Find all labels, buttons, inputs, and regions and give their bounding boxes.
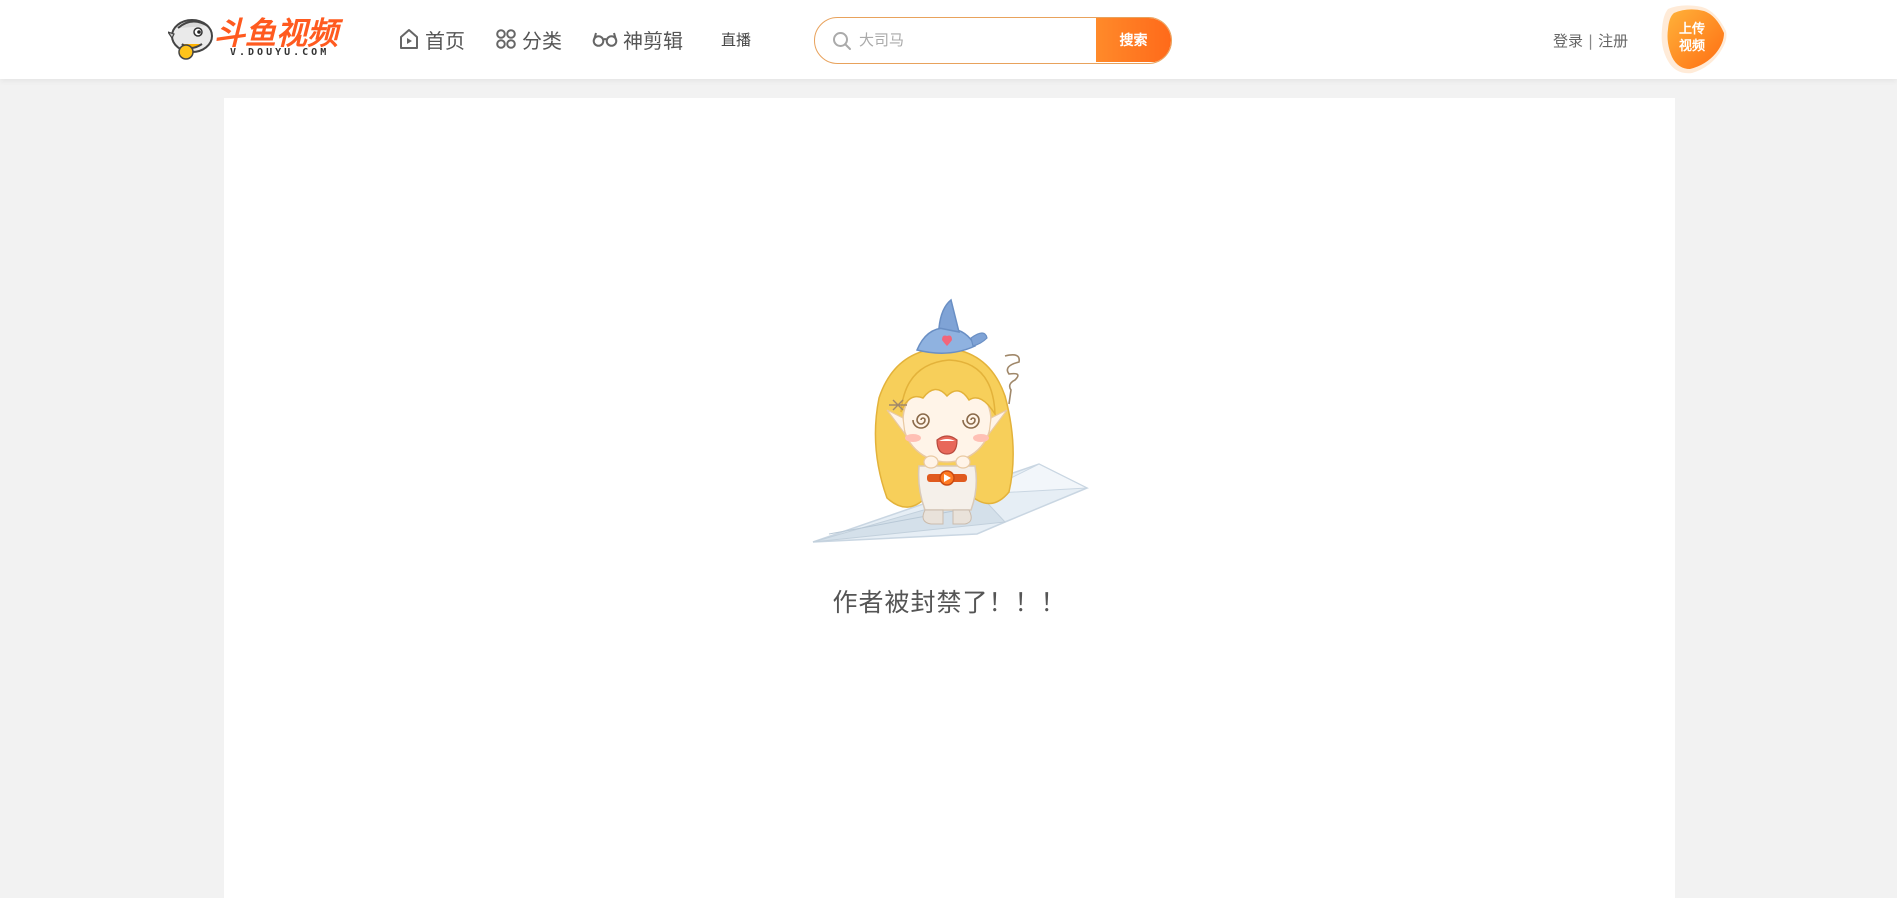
auth-separator: |	[1588, 32, 1594, 50]
category-icon	[496, 29, 516, 49]
nav-item-home[interactable]: 首页	[398, 25, 465, 54]
register-link[interactable]: 注册	[1598, 32, 1628, 50]
nav-item-live-label: 直播	[721, 30, 752, 49]
login-link[interactable]: 登录	[1553, 32, 1583, 50]
search-bar: 搜索	[814, 17, 1172, 64]
glasses-icon	[592, 32, 618, 47]
logo-subtitle: V.DOUYU.COM	[230, 47, 330, 58]
nav-item-live[interactable]: 直播	[721, 29, 751, 50]
mascot-on-paper-plane-illustration	[812, 298, 1089, 543]
search-icon	[833, 32, 851, 50]
nav-item-home-label: 首页	[425, 28, 465, 53]
banned-message: 作者被封禁了！！！	[832, 588, 1067, 617]
upload-label-line1: 上传	[1678, 22, 1705, 37]
auth-links: 登录 | 注册	[1553, 30, 1628, 51]
main-content-card: 作者被封禁了！！！	[224, 98, 1675, 898]
search-input[interactable]	[859, 18, 1109, 62]
search-button[interactable]: 搜索	[1096, 18, 1171, 62]
home-icon	[400, 29, 418, 49]
upload-label: 上传 视频	[1672, 21, 1712, 55]
site-logo[interactable]: 斗鱼视频 V.DOUYU.COM	[168, 14, 358, 64]
upload-video-button[interactable]: 上传 视频	[1654, 3, 1730, 75]
fish-mascot-icon	[168, 19, 213, 60]
upload-label-line2: 视频	[1678, 39, 1705, 54]
top-header: 斗鱼视频 V.DOUYU.COM 首页 分类 神剪辑 直播 大司马 搜索 登录 …	[0, 0, 1897, 79]
nav-item-category-label: 分类	[522, 28, 562, 53]
nav-item-clips-label: 神剪辑	[623, 28, 683, 53]
nav-item-clips[interactable]: 神剪辑	[592, 25, 683, 54]
main-nav: 首页 分类 神剪辑 直播	[398, 22, 781, 56]
nav-item-category[interactable]: 分类	[495, 25, 562, 54]
